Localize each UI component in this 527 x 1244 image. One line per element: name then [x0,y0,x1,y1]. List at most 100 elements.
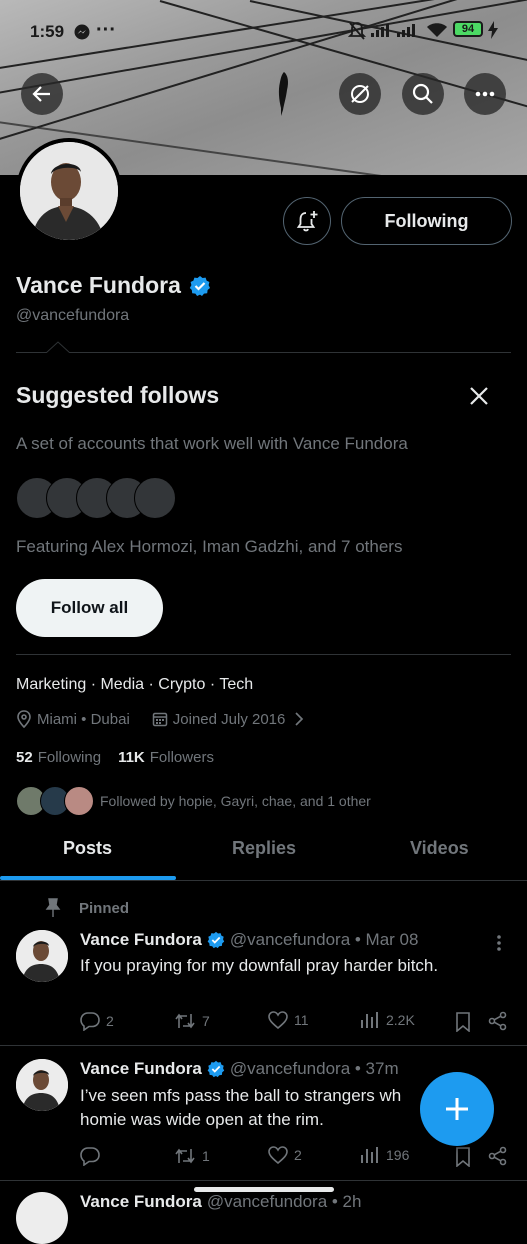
follow-all-label: Follow all [50,598,129,617]
follow-all-button[interactable]: Follow all [16,579,163,637]
profile-handle: @vancefundora [16,307,130,324]
like-action[interactable]: 11 [268,1011,309,1029]
repost-count: 1 [202,1148,210,1164]
calendar-icon [152,712,168,727]
back-button[interactable] [21,73,63,115]
post-text-line: homie was wide open at the rim. [80,1110,324,1129]
grok-button[interactable] [339,73,381,115]
reply-icon [80,1147,100,1166]
plus-icon [446,1098,468,1120]
bookmark-action[interactable] [455,1012,471,1032]
post-header: Vance Fundora @vancefundora • 2h [80,1192,361,1212]
following-button-label: Following [384,210,469,231]
following-count[interactable]: 52 [16,749,33,766]
more-icon [475,91,495,97]
followers-label[interactable]: Followers [150,749,214,766]
post-avatar[interactable] [16,1059,68,1111]
close-icon [470,387,488,405]
chevron-right-icon[interactable] [293,712,305,726]
notifications-bell-button[interactable] [283,197,331,245]
suggested-featuring: Featuring Alex Hormozi, Iman Gadzhi, and… [16,537,403,556]
bookmark-icon [456,1147,470,1167]
gesture-navigation-bar[interactable] [194,1187,334,1192]
bookmark-action[interactable] [455,1147,471,1167]
more-notifications-icon: ··· [96,19,116,41]
views-action[interactable]: 2.2K [360,1011,415,1029]
profile-avatar[interactable] [16,138,122,244]
bio-divider [16,654,511,655]
post-meta: @vancefundora • Mar 08 [229,930,419,949]
wifi-icon [426,22,448,38]
followed-by-text: Followed by hopie, Gayri, chae, and 1 ot… [100,793,371,809]
back-arrow-icon [32,86,50,102]
heart-icon [268,1146,288,1164]
profile-joined: Joined July 2016 [172,710,286,728]
close-suggested-button[interactable] [466,383,492,409]
bell-plus-icon [296,211,318,232]
followers-count[interactable]: 11K [118,749,145,766]
share-action[interactable] [488,1146,508,1166]
views-action[interactable]: 196 [360,1146,409,1164]
reply-icon [80,1012,100,1031]
following-label[interactable]: Following [38,749,101,766]
profile-name: Vance Fundora [16,272,181,298]
battery-indicator: 94 [453,21,483,37]
reply-action[interactable] [80,1146,100,1166]
tab-replies[interactable]: Replies [232,838,296,859]
post-meta: @vancefundora • 2h [206,1192,362,1211]
battery-level: 94 [461,23,475,35]
post-header: Vance Fundora @vancefundora • Mar 08 [80,930,418,950]
repost-count: 7 [202,1013,210,1029]
search-button[interactable] [402,73,444,115]
post-more-button[interactable] [496,934,502,952]
charging-icon [488,21,498,39]
share-icon [488,1146,507,1166]
repost-icon [175,1013,195,1029]
following-followers-row[interactable]: 52 Following 11K Followers [16,749,214,766]
pin-icon [45,898,61,917]
post-author-name[interactable]: Vance Fundora [80,930,202,950]
status-time: 1:59 [30,22,65,41]
verified-badge-icon [207,931,225,949]
suggested-avatars[interactable] [16,477,176,519]
post-avatar[interactable] [16,930,68,982]
post-author-name[interactable]: Vance Fundora [80,1192,202,1212]
bird-silhouette [275,72,291,116]
reply-count: 2 [106,1013,114,1029]
suggested-follows-title: Suggested follows [16,382,220,408]
views-icon [361,1012,378,1028]
repost-action[interactable]: 1 [174,1146,210,1166]
views-icon [361,1147,378,1163]
tab-videos[interactable]: Videos [410,838,469,859]
views-count: 2.2K [386,1012,415,1028]
caret-pointer [46,341,70,353]
post-text: If you praying for my downfall pray hard… [80,956,439,975]
verified-badge-icon[interactable] [189,275,211,297]
post-meta: @vancefundora • 37m [229,1059,399,1078]
location-icon [17,710,31,728]
following-button[interactable]: Following [341,197,512,245]
repost-action[interactable]: 7 [174,1011,210,1031]
share-action[interactable] [488,1011,508,1031]
post-header: Vance Fundora @vancefundora • 37m [80,1059,399,1079]
pinned-label: Pinned [79,899,130,917]
like-count: 11 [294,1012,309,1028]
compose-post-button[interactable] [420,1072,494,1146]
like-action[interactable]: 2 [268,1146,302,1164]
profile-location: Miami • Dubai [37,710,130,728]
follower-avatar [64,786,94,816]
followed-by-row[interactable]: Followed by hopie, Gayri, chae, and 1 ot… [16,786,371,816]
views-count: 196 [386,1147,410,1163]
tab-posts[interactable]: Posts [63,838,112,859]
like-count: 2 [294,1147,302,1163]
heart-icon [268,1011,288,1029]
messenger-icon [74,24,90,40]
more-options-button[interactable] [464,73,506,115]
reply-action[interactable]: 2 [80,1011,114,1031]
share-icon [488,1011,507,1031]
mute-bell-icon [348,21,366,41]
post-text-line: I’ve seen mfs pass the ball to strangers… [80,1086,402,1105]
post-text: I’ve seen mfs pass the ball to strangers… [80,1084,440,1132]
status-bar: 1:59 ··· 94 [0,0,527,62]
post-author-name[interactable]: Vance Fundora [80,1059,202,1079]
